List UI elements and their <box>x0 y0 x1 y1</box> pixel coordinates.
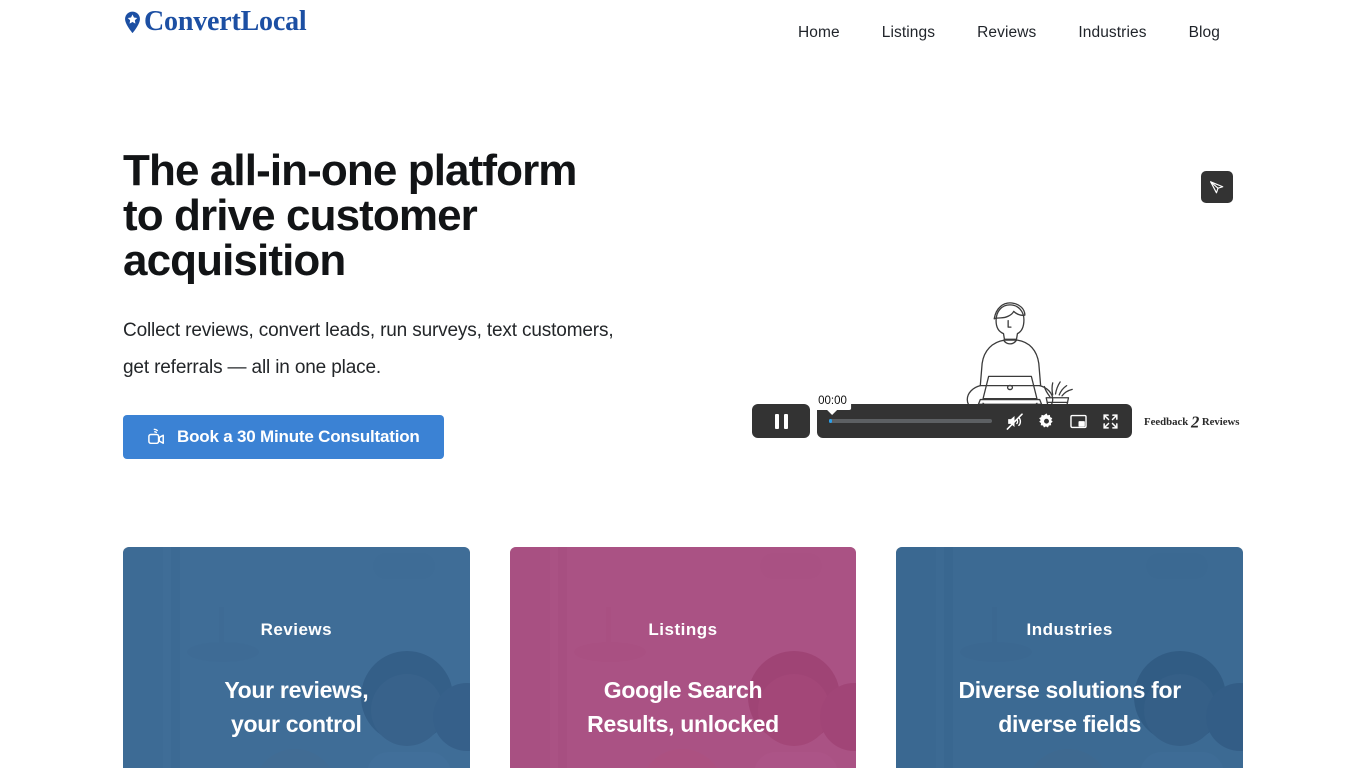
paper-plane-send-icon <box>1209 179 1225 195</box>
card-title-line-1: Diverse solutions for <box>958 677 1181 703</box>
book-consultation-label: Book a 30 Minute Consultation <box>177 427 420 446</box>
card-content: Reviews Your reviews, your control <box>123 620 470 741</box>
site-logo[interactable]: ConvertLocal <box>123 6 307 37</box>
pause-icon <box>774 413 779 429</box>
nav-item-blog[interactable]: Blog <box>1168 20 1241 46</box>
video-time-tooltip: 00:00 <box>814 393 851 415</box>
nav-item-reviews[interactable]: Reviews <box>956 20 1057 46</box>
fullscreen-icon[interactable] <box>1101 412 1120 431</box>
svg-text:Reviews: Reviews <box>1202 416 1240 428</box>
feature-card-listings[interactable]: Listings Google Search Results, unlocked <box>509 547 857 768</box>
nav-item-listings[interactable]: Listings <box>861 20 956 46</box>
page-title: The all-in-one platform to drive custome… <box>123 148 743 283</box>
settings-gear-icon[interactable] <box>1037 412 1056 431</box>
video-progress-bar[interactable]: 00:00 <box>814 393 992 423</box>
card-kicker: Listings <box>648 620 718 639</box>
nav-item-home[interactable]: Home <box>777 20 861 46</box>
picture-in-picture-icon[interactable] <box>1069 412 1088 431</box>
hero-title-line-3: acquisition <box>123 236 346 285</box>
feedback2reviews-logo: Feedback 2 Reviews <box>1144 411 1242 431</box>
card-content: Industries Diverse solutions for diverse… <box>896 620 1243 741</box>
hero-subtitle-line-1: Collect reviews, convert leads, run surv… <box>123 320 614 341</box>
location-pin-star-icon <box>123 11 142 34</box>
card-kicker: Industries <box>1026 620 1113 639</box>
book-consultation-button[interactable]: Book a 30 Minute Consultation <box>123 415 444 459</box>
video-progress-fill <box>829 419 833 423</box>
card-title-line-1: Google Search <box>603 677 763 703</box>
hero-video-player[interactable]: 00:00 Feedback 2 Reviews <box>752 150 1242 440</box>
feature-card-industries[interactable]: Industries Diverse solutions for diverse… <box>896 547 1244 768</box>
site-header: ConvertLocal Home Listings Reviews Indus… <box>0 0 1366 66</box>
svg-text:Feedback: Feedback <box>1144 416 1188 428</box>
main-navigation: Home Listings Reviews Industries Blog <box>777 20 1241 46</box>
page-root: ConvertLocal Home Listings Reviews Indus… <box>0 0 1366 768</box>
card-title: Your reviews, your control <box>139 673 454 741</box>
video-controls-group: 00:00 <box>814 393 1132 438</box>
pause-button[interactable] <box>752 404 810 438</box>
card-kicker: Reviews <box>260 620 333 639</box>
person-sitting-with-laptop-illustration <box>940 290 1080 420</box>
hero-section: The all-in-one platform to drive custome… <box>123 148 743 459</box>
feature-cards: Reviews Your reviews, your control Listi… <box>123 547 1244 768</box>
svg-text:2: 2 <box>1190 412 1199 431</box>
card-content: Listings Google Search Results, unlocked <box>510 620 857 741</box>
card-title-line-2: diverse fields <box>998 711 1142 737</box>
card-title: Diverse solutions for diverse fields <box>912 673 1227 741</box>
mute-icon[interactable] <box>1005 412 1024 431</box>
hero-subtitle: Collect reviews, convert leads, run surv… <box>123 312 723 386</box>
card-title: Google Search Results, unlocked <box>526 673 841 741</box>
feature-card-reviews[interactable]: Reviews Your reviews, your control <box>123 547 470 768</box>
card-title-line-1: Your reviews, <box>224 677 369 703</box>
hero-title-line-2: to drive customer <box>123 191 478 240</box>
hero-subtitle-line-2: get referrals — all in one place. <box>123 357 382 378</box>
hero-title-line-1: The all-in-one platform <box>123 146 577 195</box>
nav-item-industries[interactable]: Industries <box>1057 20 1167 46</box>
site-logo-text: ConvertLocal <box>144 6 307 37</box>
card-title-line-2: Results, unlocked <box>587 711 779 737</box>
video-camera-icon <box>147 428 166 445</box>
card-title-line-2: your control <box>231 711 362 737</box>
video-control-bar: 00:00 Feedback 2 Reviews <box>752 393 1242 440</box>
share-button[interactable] <box>1201 171 1233 203</box>
